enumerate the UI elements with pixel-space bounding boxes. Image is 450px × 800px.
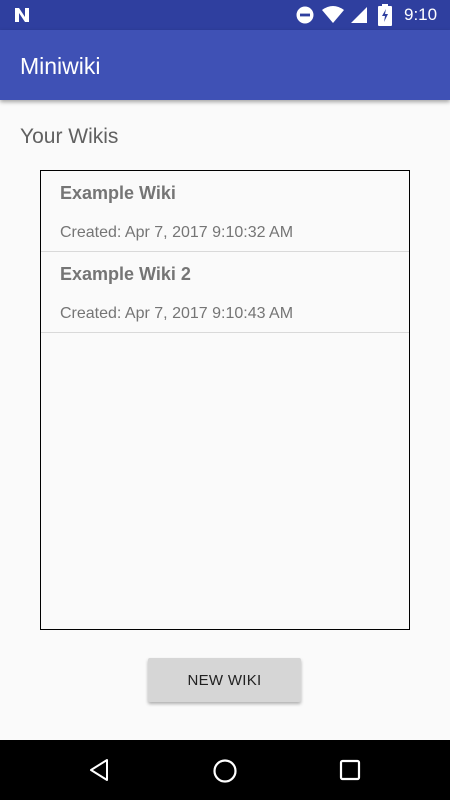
wiki-created-date: Created: Apr 7, 2017 9:10:32 AM — [60, 224, 294, 241]
status-time: 9:10 — [404, 5, 438, 24]
nav-bar — [0, 740, 450, 800]
wiki-list-item[interactable]: Example Wiki Created: Apr 7, 2017 9:10:3… — [41, 171, 409, 252]
screen: 9:10 Miniwiki Your Wikis Example Wiki Cr… — [0, 0, 450, 800]
signal-icon — [351, 7, 367, 23]
recents-icon[interactable] — [339, 759, 361, 781]
app-title: Miniwiki — [20, 53, 101, 79]
wiki-name: Example Wiki 2 — [60, 264, 191, 284]
battery-charging-icon — [378, 4, 392, 26]
back-icon[interactable] — [88, 758, 112, 782]
section-title: Your Wikis — [20, 125, 119, 148]
wiki-created-date: Created: Apr 7, 2017 9:10:43 AM — [60, 305, 294, 322]
wifi-icon — [322, 6, 344, 23]
do-not-disturb-icon — [296, 6, 314, 24]
status-bar: 9:10 — [0, 0, 450, 30]
home-icon[interactable] — [212, 758, 238, 784]
app-bar: Miniwiki — [0, 30, 450, 100]
wiki-name: Example Wiki — [60, 183, 176, 203]
notification-n-icon — [15, 8, 29, 22]
new-wiki-button[interactable]: NEW WIKI — [148, 658, 301, 702]
wiki-list-item[interactable]: Example Wiki 2 Created: Apr 7, 2017 9:10… — [41, 252, 409, 333]
wiki-list[interactable]: Example Wiki Created: Apr 7, 2017 9:10:3… — [40, 170, 410, 630]
